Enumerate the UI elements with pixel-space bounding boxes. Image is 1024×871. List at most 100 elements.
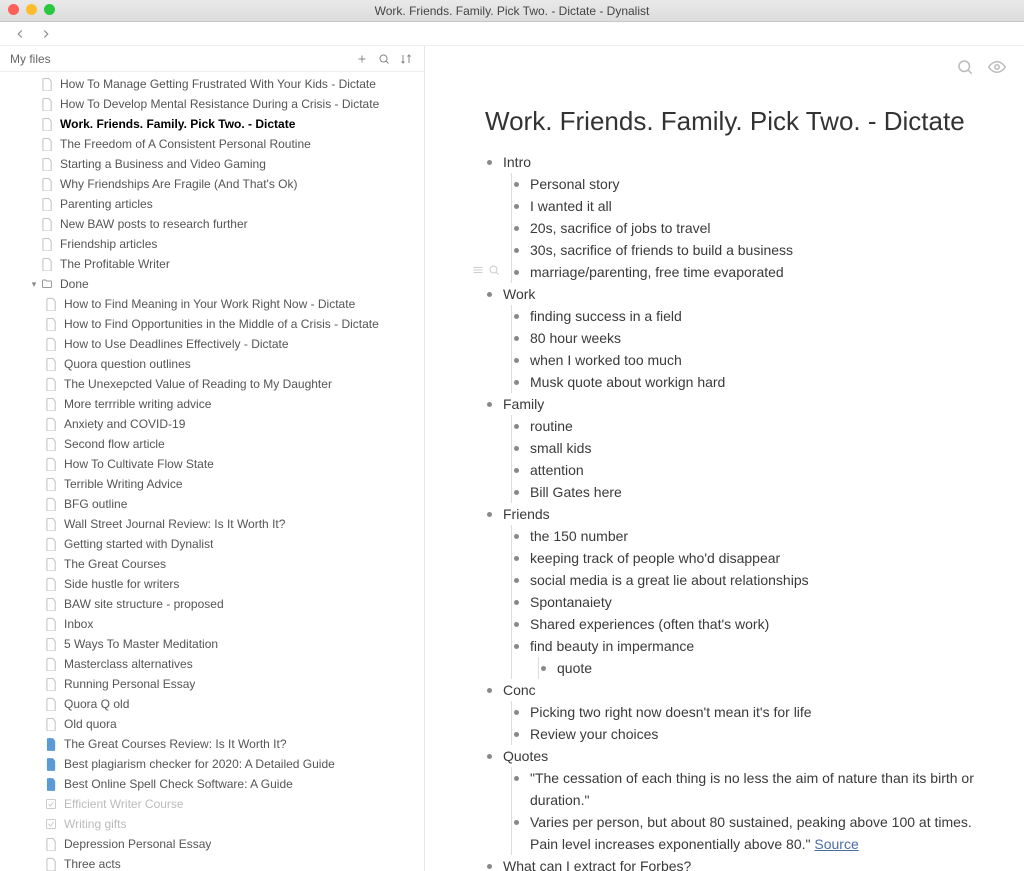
outline-text[interactable]: Bill Gates here xyxy=(530,484,622,500)
outline-node[interactable]: attention xyxy=(511,459,988,481)
outline-node[interactable]: small kids xyxy=(511,437,988,459)
visibility-toggle-button[interactable] xyxy=(988,58,1006,76)
outline-text[interactable]: small kids xyxy=(530,440,591,456)
outline-text[interactable]: Musk quote about workign hard xyxy=(530,374,725,390)
sidebar-file[interactable]: Anxiety and COVID-19 xyxy=(0,414,424,434)
sidebar-file[interactable]: Depression Personal Essay xyxy=(0,834,424,854)
outline-text[interactable]: "The cessation of each thing is no less … xyxy=(530,770,974,808)
outline-node[interactable]: Review your choices xyxy=(511,723,988,745)
sidebar-file[interactable]: Starting a Business and Video Gaming xyxy=(0,154,424,174)
document-title[interactable]: Work. Friends. Family. Pick Two. - Dicta… xyxy=(485,106,988,137)
outline-text[interactable]: keeping track of people who'd disappear xyxy=(530,550,780,566)
outline-node[interactable]: What can I extract for Forbes?dictate th… xyxy=(485,855,988,871)
outline-node[interactable]: quote xyxy=(538,657,988,679)
sidebar-file[interactable]: Quora question outlines xyxy=(0,354,424,374)
outline-text[interactable]: I wanted it all xyxy=(530,198,612,214)
forward-button[interactable] xyxy=(38,26,54,42)
sidebar-file[interactable]: The Freedom of A Consistent Personal Rou… xyxy=(0,134,424,154)
sidebar-file[interactable]: Writing gifts xyxy=(0,814,424,834)
sidebar-file[interactable]: Best plagiarism checker for 2020: A Deta… xyxy=(0,754,424,774)
outline-text[interactable]: Shared experiences (often that's work) xyxy=(530,616,769,632)
sidebar-file[interactable]: The Great Courses xyxy=(0,554,424,574)
maximize-window-button[interactable] xyxy=(44,4,55,15)
sort-files-button[interactable] xyxy=(398,51,414,67)
sidebar-file[interactable]: Work. Friends. Family. Pick Two. - Dicta… xyxy=(0,114,424,134)
sidebar-file[interactable]: Why Friendships Are Fragile (And That's … xyxy=(0,174,424,194)
outline-text[interactable]: Work xyxy=(503,286,535,302)
sidebar-file[interactable]: BAW site structure - proposed xyxy=(0,594,424,614)
outline-node[interactable]: ConcPicking two right now doesn't mean i… xyxy=(485,679,988,745)
sidebar-file[interactable]: Three acts xyxy=(0,854,424,871)
search-files-button[interactable] xyxy=(376,51,392,67)
outline-node[interactable]: Bill Gates here xyxy=(511,481,988,503)
sidebar-file[interactable]: 5 Ways To Master Meditation xyxy=(0,634,424,654)
sidebar-file[interactable]: How to Find Meaning in Your Work Right N… xyxy=(0,294,424,314)
minimize-window-button[interactable] xyxy=(26,4,37,15)
outline-node[interactable]: marriage/parenting, free time evaporated… xyxy=(511,261,988,283)
sidebar-file[interactable]: Masterclass alternatives xyxy=(0,654,424,674)
sidebar-file[interactable]: Quora Q old xyxy=(0,694,424,714)
outline-node[interactable]: routine xyxy=(511,415,988,437)
sidebar-file[interactable]: The Unexepcted Value of Reading to My Da… xyxy=(0,374,424,394)
zoom-node-icon[interactable] xyxy=(488,264,500,276)
outline-node[interactable]: Picking two right now doesn't mean it's … xyxy=(511,701,988,723)
sidebar-file[interactable]: The Great Courses Review: Is It Worth It… xyxy=(0,734,424,754)
outline-text[interactable]: 80 hour weeks xyxy=(530,330,621,346)
sidebar-file[interactable]: Inbox xyxy=(0,614,424,634)
outline-node[interactable]: Intro Personal story I wanted it all 20s, s… xyxy=(485,151,988,283)
sidebar-file[interactable]: Efficient Writer Course xyxy=(0,794,424,814)
outline-text[interactable]: Intro xyxy=(503,154,531,170)
outline-text[interactable]: when I worked too much xyxy=(530,352,682,368)
outline-node[interactable]: 20s, sacrifice of jobs to travel xyxy=(511,217,988,239)
outline-text[interactable]: the 150 number xyxy=(530,528,628,544)
outline-text[interactable]: Review your choices xyxy=(530,726,658,742)
outline-text[interactable]: 20s, sacrifice of jobs to travel xyxy=(530,220,711,236)
outline-node[interactable]: finding success in a field xyxy=(511,305,988,327)
sidebar-file[interactable]: Running Personal Essay xyxy=(0,674,424,694)
outline-node[interactable]: I wanted it all xyxy=(511,195,988,217)
outline-text[interactable]: Friends xyxy=(503,506,550,522)
outline-text[interactable]: 30s, sacrifice of friends to build a bus… xyxy=(530,242,793,258)
search-doc-button[interactable] xyxy=(956,58,974,76)
outline-text[interactable]: quote xyxy=(557,660,592,676)
outline-node[interactable]: Shared experiences (often that's work) xyxy=(511,613,988,635)
outline-node[interactable]: Work finding success in a field 80 hour we… xyxy=(485,283,988,393)
close-window-button[interactable] xyxy=(8,4,19,15)
outline-text[interactable]: finding success in a field xyxy=(530,308,682,324)
outline-node[interactable]: Friends the 150 number keeping track of pe… xyxy=(485,503,988,679)
drag-handle-icon[interactable] xyxy=(472,264,484,276)
sidebar-file[interactable]: Second flow article xyxy=(0,434,424,454)
sidebar-file[interactable]: More terrrible writing advice xyxy=(0,394,424,414)
add-file-button[interactable] xyxy=(354,51,370,67)
outline-text[interactable]: Picking two right now doesn't mean it's … xyxy=(530,704,812,720)
sidebar-file[interactable]: How to Use Deadlines Effectively - Dicta… xyxy=(0,334,424,354)
sidebar-file[interactable]: New BAW posts to research further xyxy=(0,214,424,234)
sidebar-file[interactable]: Terrible Writing Advice xyxy=(0,474,424,494)
outline-text[interactable]: Personal story xyxy=(530,176,619,192)
outline-node[interactable]: "The cessation of each thing is no less … xyxy=(511,767,988,811)
sidebar-file[interactable]: Old quora xyxy=(0,714,424,734)
outline-node[interactable]: the 150 number xyxy=(511,525,988,547)
outline-text[interactable]: Family xyxy=(503,396,544,412)
sidebar-file[interactable]: Best Online Spell Check Software: A Guid… xyxy=(0,774,424,794)
outline-node[interactable]: 30s, sacrifice of friends to build a bus… xyxy=(511,239,988,261)
outline-node[interactable]: Personal story xyxy=(511,173,988,195)
outline-node[interactable]: social media is a great lie about relati… xyxy=(511,569,988,591)
sidebar-file[interactable]: How To Cultivate Flow State xyxy=(0,454,424,474)
sidebar-file[interactable]: Side hustle for writers xyxy=(0,574,424,594)
outline-node[interactable]: Spontanaiety xyxy=(511,591,988,613)
outline-root[interactable]: Intro Personal story I wanted it all 20s, s… xyxy=(485,151,988,871)
sidebar-file[interactable]: Parenting articles xyxy=(0,194,424,214)
outline-node[interactable]: when I worked too much xyxy=(511,349,988,371)
sidebar-file[interactable]: How To Manage Getting Frustrated With Yo… xyxy=(0,74,424,94)
outline-text[interactable]: attention xyxy=(530,462,584,478)
outline-text[interactable]: marriage/parenting, free time evaporated xyxy=(530,264,784,280)
sidebar-file[interactable]: The Profitable Writer xyxy=(0,254,424,274)
outline-text[interactable]: Quotes xyxy=(503,748,548,764)
sidebar-file[interactable]: Friendship articles xyxy=(0,234,424,254)
outline-text[interactable]: social media is a great lie about relati… xyxy=(530,572,809,588)
back-button[interactable] xyxy=(12,26,28,42)
sidebar-file[interactable]: How to Find Opportunities in the Middle … xyxy=(0,314,424,334)
outline-node[interactable]: find beauty in impermancequote xyxy=(511,635,988,679)
outline-node[interactable]: Quotes "The cessation of each thing is no… xyxy=(485,745,988,855)
